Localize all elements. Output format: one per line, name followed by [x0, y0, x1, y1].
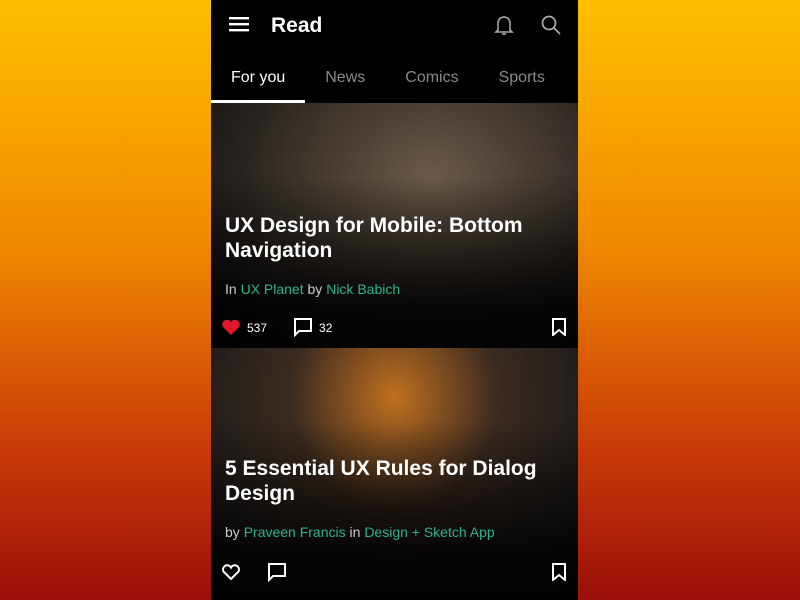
meta-in: in [349, 524, 361, 540]
tab-news[interactable]: News [305, 52, 385, 103]
publication-link[interactable]: UX Planet [241, 281, 304, 297]
article-title[interactable]: 5 Essential UX Rules for Dialog Design [225, 456, 558, 506]
menu-icon[interactable] [229, 16, 249, 37]
app-screen: Read For you News Comics Sports UX Desig… [211, 0, 578, 600]
article-meta: by Praveen Francis in Design + Sketch Ap… [225, 524, 495, 540]
publication-link[interactable]: Design + Sketch App [364, 524, 494, 540]
app-title: Read [271, 14, 323, 37]
app-bar: Read [211, 0, 578, 52]
meta-by: by [307, 281, 323, 297]
heart-filled-icon[interactable] [221, 318, 241, 339]
bookmark-icon[interactable] [552, 317, 566, 339]
comment-count: 32 [319, 321, 333, 335]
article-card[interactable]: 5 Essential UX Rules for Dialog Design b… [211, 348, 578, 593]
author-link[interactable]: Nick Babich [326, 281, 400, 297]
tab-bar: For you News Comics Sports [211, 52, 578, 103]
article-title[interactable]: UX Design for Mobile: Bottom Navigation [225, 213, 558, 263]
article-meta: In UX Planet by Nick Babich [225, 281, 400, 297]
meta-prefix: In [225, 281, 237, 297]
author-link[interactable]: Praveen Francis [244, 524, 346, 540]
article-card[interactable]: UX Design for Mobile: Bottom Navigation … [211, 103, 578, 348]
tab-sports[interactable]: Sports [479, 52, 565, 103]
bell-icon[interactable] [494, 14, 514, 41]
search-icon[interactable] [540, 14, 562, 41]
tab-comics[interactable]: Comics [385, 52, 478, 103]
meta-prefix: by [225, 524, 240, 540]
heart-outline-icon[interactable] [221, 563, 241, 584]
tab-for-you[interactable]: For you [211, 52, 306, 103]
comment-icon[interactable] [267, 562, 287, 585]
like-count: 537 [247, 321, 268, 335]
comment-icon[interactable] [293, 317, 313, 340]
bookmark-icon[interactable] [552, 562, 566, 584]
